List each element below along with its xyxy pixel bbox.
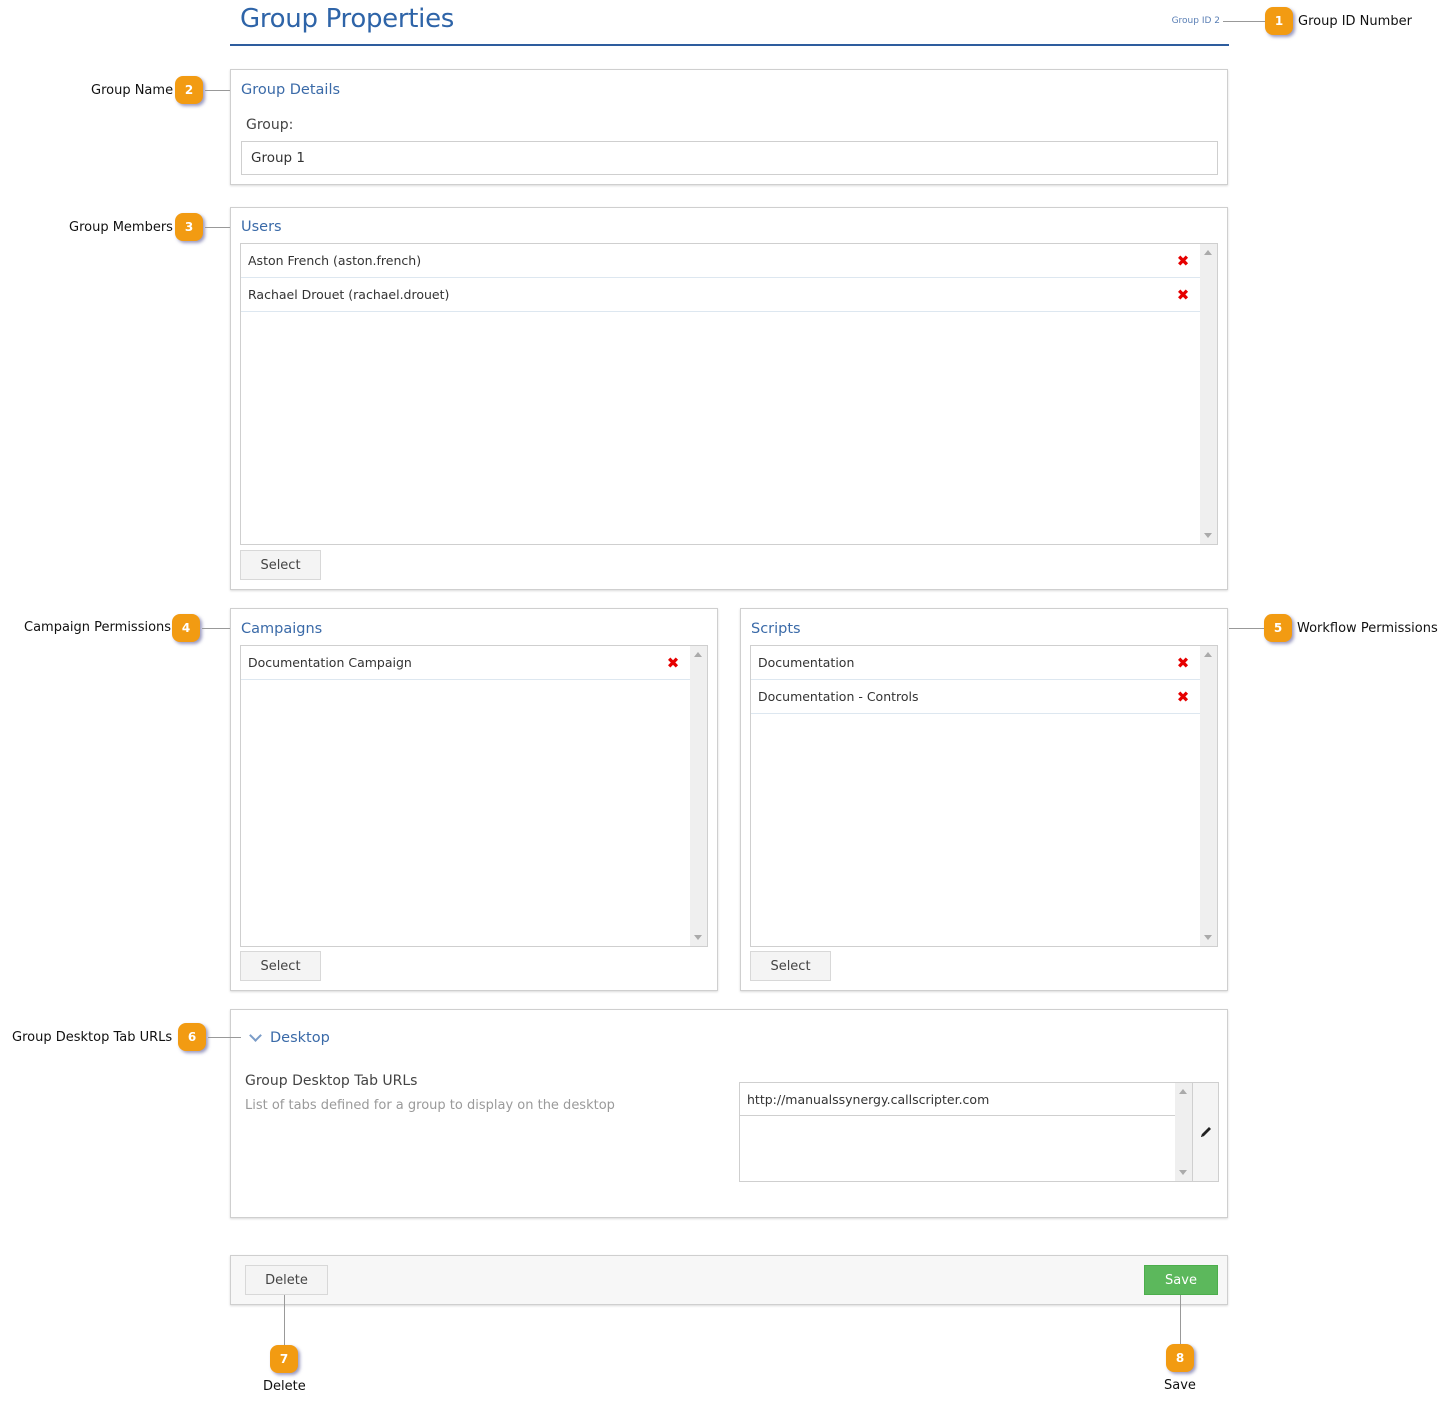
campaigns-panel: Campaigns Documentation Campaign ✖ Selec…	[230, 608, 718, 991]
callout-badge-1: 1	[1265, 7, 1293, 35]
list-item[interactable]: Documentation - Controls ✖	[751, 680, 1200, 714]
group-id-label: Group ID 2	[1171, 16, 1220, 26]
edit-urls-button[interactable]	[1192, 1082, 1219, 1182]
scripts-select-button[interactable]: Select	[750, 951, 831, 981]
desktop-url: http://manualssynergy.callscripter.com	[747, 1091, 990, 1107]
users-list[interactable]: Aston French (aston.french) ✖ Rachael Dr…	[240, 243, 1218, 545]
user-name: Rachael Drouet (rachael.drouet)	[248, 287, 450, 302]
desktop-panel: Desktop Group Desktop Tab URLs List of t…	[230, 1009, 1228, 1218]
callout-badge-7: 7	[270, 1345, 298, 1373]
scrollbar[interactable]	[1200, 244, 1217, 544]
campaigns-title: Campaigns	[241, 621, 323, 637]
scroll-up-arrow-icon[interactable]	[694, 652, 702, 657]
scrollbar[interactable]	[1175, 1083, 1192, 1181]
page-title: Group Properties	[240, 4, 455, 34]
callout-label-3: Group Members	[69, 220, 173, 235]
campaigns-select-button[interactable]: Select	[240, 951, 321, 981]
desktop-title: Desktop	[270, 1030, 330, 1046]
callout-connector	[1223, 21, 1267, 22]
callout-label-8: Save	[1164, 1378, 1196, 1393]
users-title: Users	[241, 219, 282, 235]
group-details-panel: Group Details Group: Group 1	[230, 69, 1228, 185]
remove-icon[interactable]: ✖	[1173, 286, 1193, 304]
footer-bar: Delete Save	[230, 1255, 1228, 1305]
callout-badge-4: 4	[172, 614, 200, 642]
callout-label-2: Group Name	[91, 83, 174, 98]
scrollbar[interactable]	[690, 646, 707, 946]
remove-icon[interactable]: ✖	[1173, 688, 1193, 706]
scroll-up-arrow-icon[interactable]	[1179, 1089, 1187, 1094]
script-name: Documentation - Controls	[758, 689, 919, 704]
scripts-title: Scripts	[751, 621, 801, 637]
users-select-button[interactable]: Select	[240, 550, 321, 580]
group-name-label: Group:	[246, 117, 294, 133]
callout-connector	[284, 1295, 285, 1347]
callout-badge-3: 3	[175, 213, 203, 241]
scroll-down-arrow-icon[interactable]	[694, 935, 702, 940]
list-item[interactable]: Documentation Campaign ✖	[241, 646, 690, 680]
scrollbar[interactable]	[1200, 646, 1217, 946]
group-details-title: Group Details	[241, 82, 341, 98]
callout-badge-2: 2	[175, 76, 203, 104]
scroll-up-arrow-icon[interactable]	[1204, 250, 1212, 255]
callout-label-1: Group ID Number	[1298, 14, 1412, 29]
scroll-down-arrow-icon[interactable]	[1179, 1170, 1187, 1175]
callout-badge-5: 5	[1264, 614, 1292, 642]
scroll-down-arrow-icon[interactable]	[1204, 533, 1212, 538]
desktop-urls-list[interactable]: http://manualssynergy.callscripter.com	[739, 1082, 1193, 1182]
callout-label-5: Workflow Permissions	[1297, 621, 1438, 636]
callout-connector	[202, 628, 230, 629]
scripts-panel: Scripts Documentation ✖ Documentation - …	[740, 608, 1228, 991]
delete-button[interactable]: Delete	[245, 1265, 328, 1295]
scroll-up-arrow-icon[interactable]	[1204, 652, 1212, 657]
title-divider	[230, 44, 1229, 46]
list-item[interactable]: Rachael Drouet (rachael.drouet) ✖	[241, 278, 1200, 312]
callout-connector	[1229, 628, 1265, 629]
callout-badge-6: 6	[178, 1023, 206, 1051]
remove-icon[interactable]: ✖	[1173, 252, 1193, 270]
script-name: Documentation	[758, 655, 855, 670]
chevron-down-icon	[249, 1029, 262, 1042]
save-button[interactable]: Save	[1144, 1265, 1218, 1295]
callout-connector	[205, 90, 230, 91]
list-item[interactable]: Documentation ✖	[751, 646, 1200, 680]
user-name: Aston French (aston.french)	[248, 253, 422, 268]
callout-connector	[1180, 1295, 1181, 1346]
list-item[interactable]: http://manualssynergy.callscripter.com	[740, 1083, 1175, 1116]
pencil-icon	[1200, 1127, 1211, 1137]
scroll-down-arrow-icon[interactable]	[1204, 935, 1212, 940]
list-item[interactable]: Aston French (aston.french) ✖	[241, 244, 1200, 278]
callout-connector	[208, 1037, 241, 1038]
callout-connector	[205, 227, 230, 228]
callout-label-4: Campaign Permissions	[24, 620, 172, 635]
scripts-list[interactable]: Documentation ✖ Documentation - Controls…	[750, 645, 1218, 947]
callout-label-6: Group Desktop Tab URLs	[12, 1030, 173, 1045]
campaigns-list[interactable]: Documentation Campaign ✖	[240, 645, 708, 947]
users-panel: Users Aston French (aston.french) ✖ Rach…	[230, 207, 1228, 590]
callout-label-7: Delete	[263, 1379, 306, 1394]
desktop-urls-description: List of tabs defined for a group to disp…	[245, 1098, 615, 1113]
callout-badge-8: 8	[1166, 1344, 1194, 1372]
group-name-input[interactable]: Group 1	[241, 141, 1218, 175]
campaign-name: Documentation Campaign	[248, 655, 412, 670]
remove-icon[interactable]: ✖	[663, 654, 683, 672]
desktop-urls-label: Group Desktop Tab URLs	[245, 1073, 418, 1089]
desktop-section-toggle[interactable]: Desktop	[249, 1029, 330, 1046]
remove-icon[interactable]: ✖	[1173, 654, 1193, 672]
